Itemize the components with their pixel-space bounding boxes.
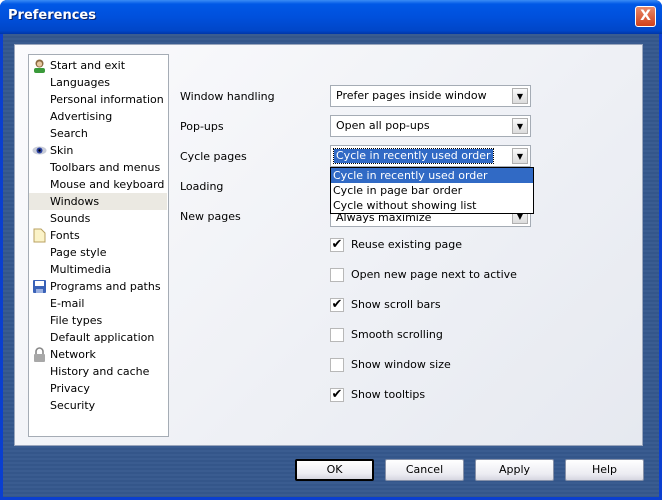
checkbox[interactable]: ✔ [330, 388, 344, 402]
sidebar-item-history-and-cache[interactable]: History and cache [29, 363, 167, 380]
checkbox[interactable] [330, 358, 344, 372]
window-handling-label: Window handling [180, 90, 275, 103]
cycle-pages-select[interactable]: Cycle in recently used order ▼ [330, 145, 531, 167]
sidebar-item-default-application[interactable]: Default application [29, 329, 167, 346]
sidebar-item-label: File types [50, 314, 103, 327]
cycle-pages-dropdown-list[interactable]: Cycle in recently used order Cycle in pa… [330, 167, 534, 214]
popups-select[interactable]: Open all pop-ups ▼ [330, 115, 531, 137]
select-value: Prefer pages inside window [336, 89, 487, 102]
checkbox-label[interactable]: Reuse existing page [351, 238, 462, 251]
cancel-button[interactable]: Cancel [385, 459, 464, 481]
loading-label: Loading [180, 180, 224, 193]
sidebar-item-label: Default application [50, 331, 155, 344]
sidebar-item-label: Search [50, 127, 88, 140]
sidebar-item-label: Privacy [50, 382, 90, 395]
sidebar-item-label: Page style [50, 246, 107, 259]
close-button[interactable]: X [635, 6, 656, 27]
cycle-pages-label: Cycle pages [180, 150, 247, 163]
checkbox[interactable]: ✔ [330, 298, 344, 312]
checkbox-label[interactable]: Smooth scrolling [351, 328, 443, 341]
sidebar-item-label: Network [50, 348, 96, 361]
checkmark-icon: ✔ [331, 387, 343, 402]
sidebar-item-label: Programs and paths [50, 280, 161, 293]
new-pages-label: New pages [180, 210, 241, 223]
checkmark-icon: ✔ [331, 237, 343, 252]
sidebar-item-file-types[interactable]: File types [29, 312, 167, 329]
checkmark-icon: ✔ [331, 297, 343, 312]
dropdown-option[interactable]: Cycle in page bar order [331, 183, 533, 198]
sidebar-item-label: History and cache [50, 365, 150, 378]
chevron-down-icon[interactable]: ▼ [512, 88, 528, 104]
sidebar-item-windows[interactable]: Windows [29, 193, 167, 210]
sidebar-item-label: Toolbars and menus [50, 161, 161, 174]
select-value: Cycle in recently used order [333, 148, 494, 164]
checkbox-label[interactable]: Show scroll bars [351, 298, 441, 311]
sidebar-item-label: Security [50, 399, 96, 412]
dropdown-option[interactable]: Cycle in recently used order [331, 168, 533, 183]
sidebar-item-toolbars-and-menus[interactable]: Toolbars and menus [29, 159, 167, 176]
sidebar-item-label: Languages [50, 76, 111, 89]
select-value: Open all pop-ups [336, 119, 430, 132]
sidebar-item-label: E-mail [50, 297, 85, 310]
sidebar-item-programs-and-paths[interactable]: Programs and paths [29, 278, 167, 295]
chevron-down-icon[interactable]: ▼ [512, 148, 528, 164]
sidebar-item-label: Mouse and keyboard [50, 178, 165, 191]
sidebar-item-label: Skin [50, 144, 74, 157]
sidebar-item-fonts[interactable]: Fonts [29, 227, 167, 244]
checkbox-label[interactable]: Show window size [351, 358, 451, 371]
sidebar-item-privacy[interactable]: Privacy [29, 380, 167, 397]
sidebar-item-page-style[interactable]: Page style [29, 244, 167, 261]
sidebar-item-mouse-and-keyboard[interactable]: Mouse and keyboard [29, 176, 167, 193]
checkbox[interactable] [330, 328, 344, 342]
sidebar-item-network[interactable]: Network [29, 346, 167, 363]
sidebar-item-search[interactable]: Search [29, 125, 167, 142]
sidebar-item-label: Multimedia [50, 263, 112, 276]
sidebar-item-start-and-exit[interactable]: Start and exit [29, 57, 167, 74]
sidebar-item-label: Advertising [50, 110, 113, 123]
sidebar-item-label: Personal information [50, 93, 164, 106]
sidebar-item-label: Start and exit [50, 59, 126, 72]
dropdown-option[interactable]: Cycle without showing list [331, 198, 533, 213]
sidebar-item-label: Windows [50, 195, 100, 208]
title-bar[interactable]: Preferences X [0, 0, 662, 34]
chevron-down-icon[interactable]: ▼ [512, 118, 528, 134]
sidebar-item-security[interactable]: Security [29, 397, 167, 414]
checkbox-label[interactable]: Open new page next to active [351, 268, 517, 281]
ok-button[interactable]: OK [295, 459, 374, 481]
sidebar-item-advertising[interactable]: Advertising [29, 108, 167, 125]
window-handling-select[interactable]: Prefer pages inside window ▼ [330, 85, 531, 107]
sidebar-item-skin[interactable]: Skin [29, 142, 167, 159]
apply-button[interactable]: Apply [475, 459, 554, 481]
sidebar-item-sounds[interactable]: Sounds [29, 210, 167, 227]
checkbox-label[interactable]: Show tooltips [351, 388, 425, 401]
popups-label: Pop-ups [180, 120, 224, 133]
sidebar-list[interactable]: Start and exit Languages Personal informat… [28, 54, 169, 437]
sidebar-item-e-mail[interactable]: E-mail [29, 295, 167, 312]
sidebar-item-personal-information[interactable]: Personal information [29, 91, 167, 108]
sidebar-item-multimedia[interactable]: Multimedia [29, 261, 167, 278]
sidebar-item-label: Fonts [50, 229, 80, 242]
help-button[interactable]: Help [565, 459, 644, 481]
window-title: Preferences [8, 8, 96, 23]
checkbox[interactable]: ✔ [330, 238, 344, 252]
sidebar-item-label: Sounds [50, 212, 91, 225]
checkbox[interactable] [330, 268, 344, 282]
sidebar-item-languages[interactable]: Languages [29, 74, 167, 91]
